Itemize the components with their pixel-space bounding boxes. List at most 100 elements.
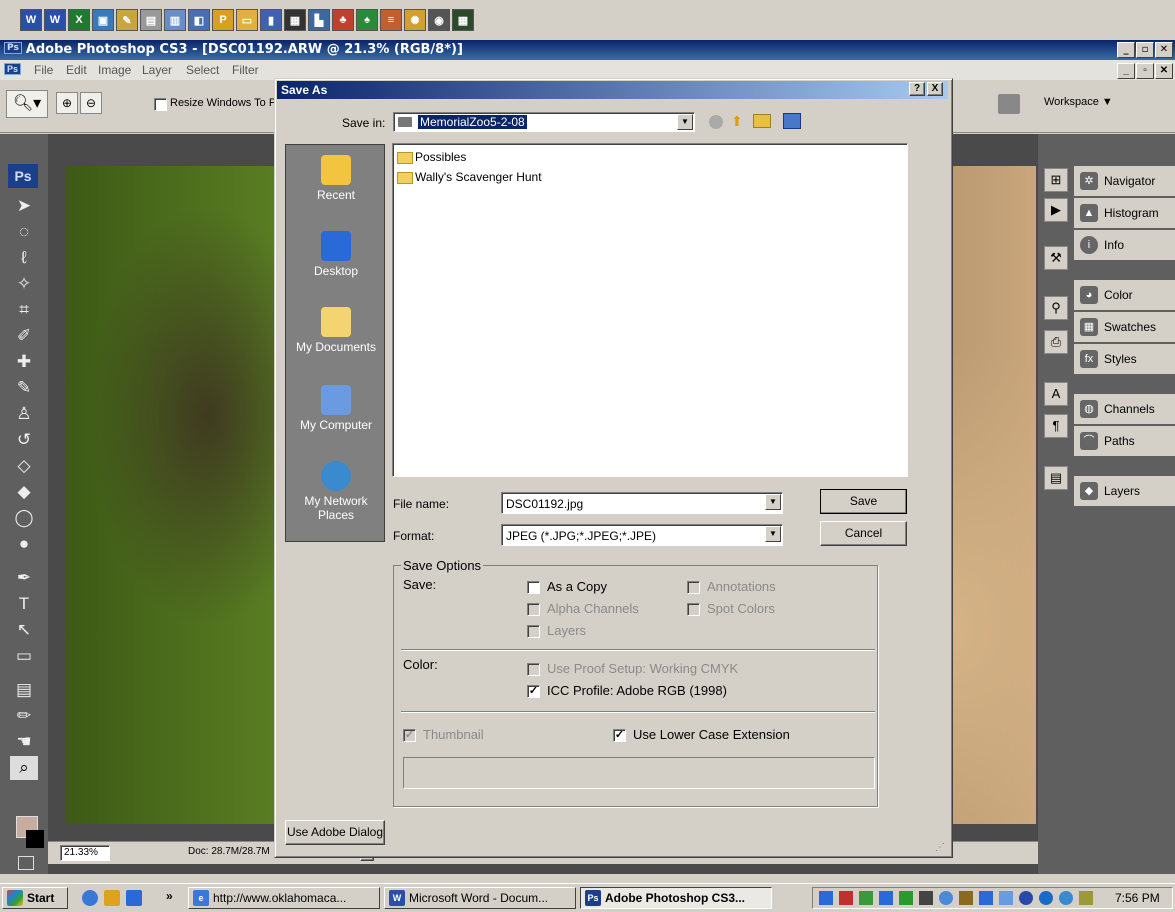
pen-tool-icon[interactable]: ✒ — [10, 566, 38, 590]
menu-filter[interactable]: Filter — [232, 63, 259, 77]
zoom-tool-preset-icon[interactable]: 🔍︎▾ — [6, 90, 48, 118]
doc-restore-button[interactable]: ▫ — [1136, 63, 1154, 79]
new-folder-icon[interactable] — [753, 114, 771, 128]
annotations-checkbox[interactable] — [687, 581, 700, 594]
file-list[interactable]: Possibles Wally's Scavenger Hunt — [392, 143, 908, 477]
menu-edit[interactable]: Edit — [66, 63, 87, 77]
photoshop-logo-icon[interactable]: Ps — [8, 164, 38, 188]
tree-icon[interactable]: ♠ — [356, 9, 378, 31]
spot-colors-checkbox[interactable] — [687, 603, 700, 616]
minimize-button[interactable]: _ — [1117, 42, 1135, 58]
panel-paths[interactable]: ⌒ Paths — [1074, 426, 1175, 456]
paint-bucket-icon[interactable]: ◆ — [10, 480, 38, 504]
panel-styles[interactable]: fx Styles — [1074, 344, 1175, 374]
place-my-documents[interactable]: My Documents — [286, 307, 386, 354]
battery-icon[interactable] — [979, 891, 993, 905]
globe-icon[interactable] — [1019, 891, 1033, 905]
notes-tool-icon[interactable]: ▤ — [10, 678, 38, 702]
back-icon[interactable] — [709, 115, 723, 129]
folder-icon[interactable]: ▭ — [236, 9, 258, 31]
people-icon[interactable]: ♣ — [332, 9, 354, 31]
taskbar-item-photoshop[interactable]: Ps Adobe Photoshop CS3... — [580, 887, 772, 909]
doc-close-button[interactable]: ✕ — [1155, 63, 1173, 79]
menu-image[interactable]: Image — [98, 63, 131, 77]
zoom-field[interactable]: 21.33% — [60, 845, 110, 861]
stamp-tool-icon[interactable]: ♙ — [10, 402, 38, 426]
history-brush-icon[interactable]: ↺ — [10, 428, 38, 452]
panel-icon-character[interactable]: A — [1044, 382, 1068, 406]
word-icon[interactable]: W — [20, 9, 42, 31]
panel-icon-brushes[interactable]: ⚲ — [1044, 296, 1068, 320]
excel-icon[interactable]: X — [68, 9, 90, 31]
network-icon[interactable] — [839, 891, 853, 905]
type-tool-icon[interactable]: T — [10, 592, 38, 616]
shield-icon[interactable] — [939, 891, 953, 905]
panel-swatches[interactable]: ▦ Swatches — [1074, 312, 1175, 342]
quick-mask-icon[interactable] — [18, 856, 34, 870]
close-button[interactable]: ✕ — [1155, 42, 1173, 58]
gear-icon[interactable]: ✺ — [404, 9, 426, 31]
panel-histogram[interactable]: ▲ Histogram — [1074, 198, 1175, 228]
panel-icon-layer-comps[interactable]: ▤ — [1044, 466, 1068, 490]
save-in-dropdown[interactable]: MemorialZoo5-2-08 ▼ — [393, 112, 695, 132]
taskbar-item-word[interactable]: W Microsoft Word - Docum... — [384, 887, 576, 909]
marquee-tool-icon[interactable]: ◌ — [10, 220, 38, 244]
security-icon[interactable] — [859, 891, 873, 905]
zoom-in-icon[interactable]: ⊕ — [56, 92, 78, 114]
zoom-out-icon[interactable]: ⊖ — [80, 92, 102, 114]
paint-icon[interactable]: ▮ — [260, 9, 282, 31]
background-color-swatch[interactable] — [26, 830, 44, 848]
panel-icon-navigator-dock[interactable]: ⊞ — [1044, 168, 1068, 192]
format-dropdown[interactable]: JPEG (*.JPG;*.JPEG;*.JPE) ▼ — [501, 524, 783, 546]
use-proof-setup-checkbox[interactable] — [527, 663, 540, 676]
place-recent[interactable]: Recent — [286, 155, 386, 202]
zoom-tool-icon[interactable]: ⌕ — [10, 756, 38, 780]
messenger-icon[interactable] — [1039, 891, 1053, 905]
cancel-button[interactable]: Cancel — [820, 521, 907, 546]
as-a-copy-checkbox[interactable] — [527, 581, 540, 594]
dialog-close-button[interactable]: X — [927, 82, 943, 96]
up-folder-icon[interactable]: ⬆ — [731, 113, 743, 130]
workspace-menu[interactable]: Workspace ▼ — [1044, 96, 1113, 108]
place-my-computer[interactable]: My Computer — [286, 385, 386, 432]
word-doc-icon[interactable]: W — [44, 9, 66, 31]
resize-windows-checkbox[interactable] — [154, 98, 167, 111]
outlook-quicklaunch-icon[interactable] — [104, 890, 120, 906]
eyedropper-icon[interactable]: ✏ — [10, 704, 38, 728]
resize-grip-icon[interactable]: ⋰ — [935, 843, 947, 855]
notepad-icon[interactable]: ▥ — [164, 9, 186, 31]
file-name-input[interactable]: DSC01192.jpg ▼ — [501, 492, 783, 514]
cabinet-icon[interactable]: ▤ — [140, 9, 162, 31]
icc-profile-checkbox[interactable]: ✓ — [527, 685, 540, 698]
healing-brush-icon[interactable]: ✚ — [10, 350, 38, 374]
globe-icon[interactable]: ◉ — [428, 9, 450, 31]
publisher-icon[interactable]: P — [212, 9, 234, 31]
taskbar-item-browser[interactable]: e http://www.oklahomaca... — [188, 887, 380, 909]
calendar-icon[interactable]: ▦ — [452, 9, 474, 31]
update-icon[interactable] — [879, 891, 893, 905]
eraser-tool-icon[interactable]: ◇ — [10, 454, 38, 478]
path-selection-icon[interactable]: ↖ — [10, 618, 38, 642]
stack-icon[interactable]: ≡ — [380, 9, 402, 31]
crop-tool-icon[interactable]: ⌗ — [10, 298, 38, 322]
calculator-icon[interactable]: ▦ — [284, 9, 306, 31]
sync-icon[interactable] — [899, 891, 913, 905]
use-adobe-dialog-button[interactable]: Use Adobe Dialog — [285, 820, 385, 845]
bridge-icon[interactable] — [998, 94, 1020, 114]
start-button[interactable]: Start — [2, 887, 68, 909]
chevron-down-icon[interactable]: ▼ — [765, 526, 781, 542]
ie-quicklaunch-icon[interactable] — [82, 890, 98, 906]
drive-icon[interactable] — [999, 891, 1013, 905]
panel-icon-tools[interactable]: ⚒ — [1044, 246, 1068, 270]
place-desktop[interactable]: Desktop — [286, 231, 386, 278]
panel-icon-paragraph[interactable]: ¶ — [1044, 414, 1068, 438]
panel-navigator[interactable]: ✲ Navigator — [1074, 166, 1175, 196]
desktop-quicklaunch-icon[interactable] — [126, 890, 142, 906]
doc-minimize-button[interactable]: _ — [1117, 63, 1135, 79]
layers-checkbox[interactable] — [527, 625, 540, 638]
panel-icon-clone[interactable]: ⎙ — [1044, 330, 1068, 354]
panel-channels[interactable]: ◍ Channels — [1074, 394, 1175, 424]
menu-layer[interactable]: Layer — [142, 63, 172, 77]
rectangle-tool-icon[interactable]: ▭ — [10, 644, 38, 668]
explorer-icon[interactable]: ◧ — [188, 9, 210, 31]
